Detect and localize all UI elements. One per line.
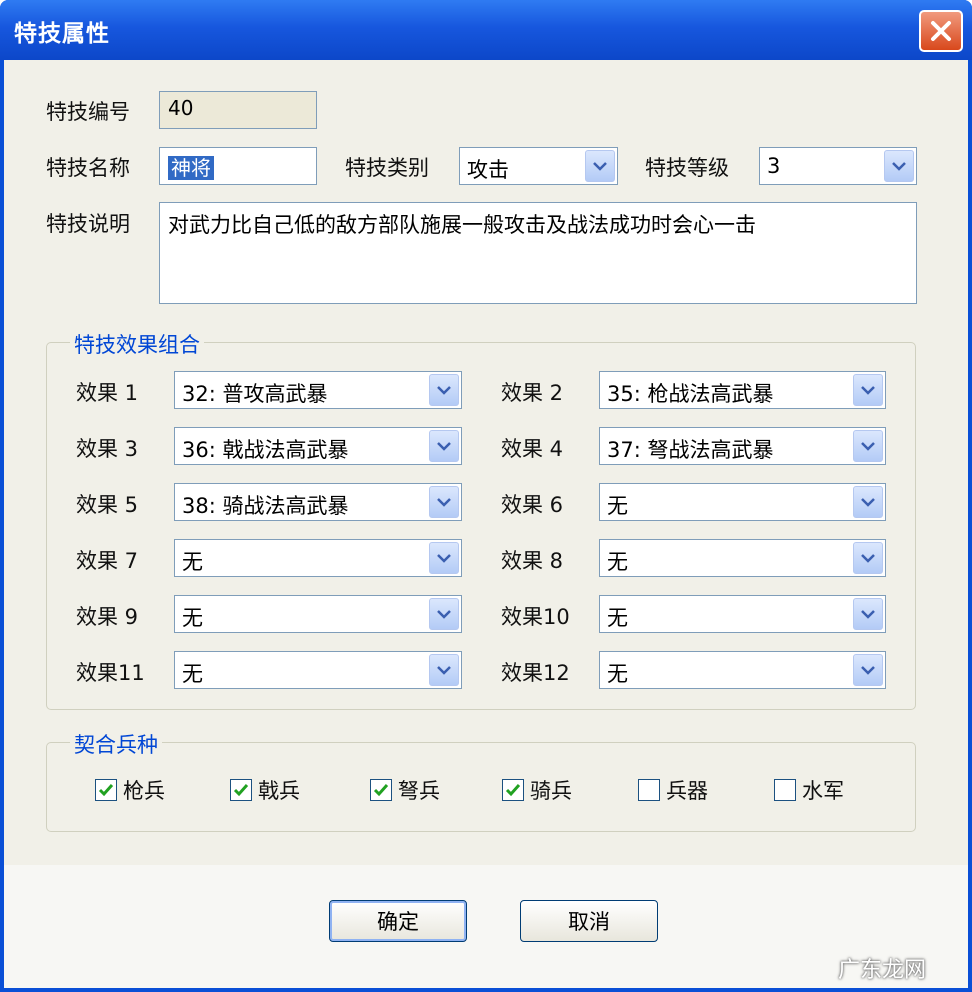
dialog-window: 特技属性 特技编号 40 特技名称 神将 特技类别 攻击 特技等级 3 特技说明…: [0, 0, 972, 992]
effect-select-4[interactable]: 37: 弩战法高武暴: [599, 427, 886, 465]
effect-select-5[interactable]: 38: 骑战法高武暴: [174, 483, 462, 521]
effect-value: 32: 普攻高武暴: [182, 382, 328, 406]
level-value: 3: [767, 154, 781, 178]
chevron-down-icon[interactable]: [853, 430, 883, 462]
name-field[interactable]: 神将: [159, 147, 317, 185]
chevron-down-icon[interactable]: [884, 150, 914, 182]
effect-value: 38: 骑战法高武暴: [182, 494, 349, 518]
chevron-down-icon[interactable]: [853, 542, 883, 574]
effect-value: 无: [607, 494, 628, 518]
id-label: 特技编号: [46, 100, 130, 124]
effect-label: 效果 7: [76, 549, 139, 573]
name-value: 神将: [168, 156, 214, 180]
effect-select-10[interactable]: 无: [599, 595, 886, 633]
title-bar[interactable]: 特技属性: [0, 0, 972, 60]
chevron-down-icon[interactable]: [585, 150, 615, 182]
effect-value: 无: [182, 606, 203, 630]
check-icon: [502, 779, 524, 801]
level-select[interactable]: 3: [759, 147, 917, 185]
effect-select-2[interactable]: 35: 枪战法高武暴: [599, 371, 886, 409]
chevron-down-icon[interactable]: [853, 486, 883, 518]
effect-value: 无: [182, 662, 203, 686]
effect-label: 效果10: [501, 605, 570, 629]
category-value: 攻击: [467, 158, 509, 182]
troop-label: 水军: [802, 779, 844, 803]
chevron-down-icon[interactable]: [429, 486, 459, 518]
dialog-body: 特技编号 40 特技名称 神将 特技类别 攻击 特技等级 3 特技说明 对武力比…: [4, 60, 968, 988]
troop-label: 枪兵: [123, 779, 165, 803]
window-title: 特技属性: [14, 21, 110, 47]
troop-checkbox-spear[interactable]: 枪兵: [95, 775, 165, 805]
cancel-button[interactable]: 取消: [520, 900, 658, 942]
troop-checkbox-siege[interactable]: 兵器: [638, 775, 708, 805]
check-icon: [95, 779, 117, 801]
effect-select-6[interactable]: 无: [599, 483, 886, 521]
id-field[interactable]: 40: [159, 91, 317, 129]
effect-label: 效果 5: [76, 493, 139, 517]
level-label: 特技等级: [645, 156, 729, 180]
troop-label: 骑兵: [530, 779, 572, 803]
checkbox-empty-icon: [774, 779, 796, 801]
effect-label: 效果 8: [501, 549, 564, 573]
effect-value: 35: 枪战法高武暴: [607, 382, 774, 406]
chevron-down-icon[interactable]: [429, 654, 459, 686]
close-icon: [931, 21, 951, 41]
troops-group-title: 契合兵种: [70, 729, 162, 759]
effect-label: 效果 6: [501, 493, 564, 517]
checkbox-empty-icon: [638, 779, 660, 801]
effect-value: 无: [182, 550, 203, 574]
check-icon: [230, 779, 252, 801]
effect-value: 36: 戟战法高武暴: [182, 438, 349, 462]
effect-label: 效果 4: [501, 437, 564, 461]
effect-select-1[interactable]: 32: 普攻高武暴: [174, 371, 462, 409]
effect-select-11[interactable]: 无: [174, 651, 462, 689]
troop-label: 戟兵: [258, 779, 300, 803]
button-area: [4, 865, 968, 988]
chevron-down-icon[interactable]: [429, 374, 459, 406]
check-icon: [370, 779, 392, 801]
chevron-down-icon[interactable]: [853, 598, 883, 630]
troop-checkbox-halberd[interactable]: 戟兵: [230, 775, 300, 805]
effect-label: 效果 9: [76, 605, 139, 629]
name-label: 特技名称: [46, 156, 130, 180]
category-label: 特技类别: [345, 156, 429, 180]
effect-select-7[interactable]: 无: [174, 539, 462, 577]
effect-label: 效果 3: [76, 437, 139, 461]
effect-label: 效果12: [501, 661, 570, 685]
effect-label: 效果 2: [501, 381, 564, 405]
effect-value: 无: [607, 662, 628, 686]
ok-button[interactable]: 确定: [329, 900, 467, 942]
watermark: 广东龙网: [838, 958, 927, 983]
chevron-down-icon[interactable]: [853, 654, 883, 686]
close-button[interactable]: [919, 10, 963, 52]
troop-label: 兵器: [666, 779, 708, 803]
effect-select-3[interactable]: 36: 戟战法高武暴: [174, 427, 462, 465]
effect-value: 无: [607, 550, 628, 574]
chevron-down-icon[interactable]: [429, 430, 459, 462]
effect-value: 37: 弩战法高武暴: [607, 438, 774, 462]
category-select[interactable]: 攻击: [459, 147, 618, 185]
effect-label: 效果 1: [76, 381, 139, 405]
troop-checkbox-crossbow[interactable]: 弩兵: [370, 775, 440, 805]
troop-checkbox-cavalry[interactable]: 骑兵: [502, 775, 572, 805]
effect-select-8[interactable]: 无: [599, 539, 886, 577]
chevron-down-icon[interactable]: [853, 374, 883, 406]
effect-label: 效果11: [76, 661, 145, 685]
effects-group-title: 特技效果组合: [70, 329, 204, 359]
chevron-down-icon[interactable]: [429, 542, 459, 574]
desc-label: 特技说明: [46, 212, 130, 236]
chevron-down-icon[interactable]: [429, 598, 459, 630]
troop-checkbox-navy[interactable]: 水军: [774, 775, 844, 805]
effect-select-12[interactable]: 无: [599, 651, 886, 689]
effect-value: 无: [607, 606, 628, 630]
effect-select-9[interactable]: 无: [174, 595, 462, 633]
troop-label: 弩兵: [398, 779, 440, 803]
desc-textarea[interactable]: 对武力比自己低的敌方部队施展一般攻击及战法成功时会心一击: [159, 202, 917, 304]
